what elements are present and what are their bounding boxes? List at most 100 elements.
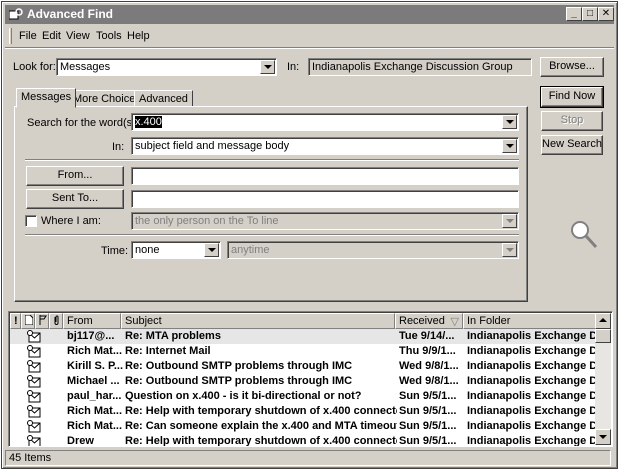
time-value: none [135, 244, 160, 256]
row-received: Sun 9/5/1... [399, 405, 457, 417]
divider [25, 159, 519, 161]
close-button[interactable]: ✕ [598, 7, 614, 21]
where-i-am-label: Where I am: [41, 215, 101, 227]
menu-bar: File Edit View Tools Help [5, 26, 614, 46]
column-icon[interactable] [21, 313, 35, 329]
posted-message-icon [27, 420, 41, 433]
search-words-input[interactable]: x.400 [131, 113, 519, 131]
column-flag[interactable] [35, 313, 49, 329]
scroll-down-button[interactable] [595, 429, 611, 445]
table-row[interactable]: Rich Mat... Re: Help with temporary shutd… [10, 404, 599, 419]
row-subject: Re: MTA problems [125, 330, 221, 342]
row-subject: Re: Outbound SMTP problems through IMC [125, 375, 353, 387]
sent-to-button[interactable]: Sent To... [26, 189, 124, 209]
time-dropdown[interactable]: none [131, 241, 221, 259]
chevron-down-icon[interactable] [502, 139, 517, 153]
sort-descending-icon: ▽ [450, 316, 459, 328]
menu-tools[interactable]: Tools [96, 30, 122, 42]
table-row[interactable]: Michael ... Re: Outbound SMTP problems th… [10, 374, 599, 389]
posted-message-icon [27, 345, 41, 358]
search-words-label: Search for the word(s): [27, 117, 139, 129]
maximize-button[interactable]: □ [582, 7, 598, 21]
column-from[interactable]: From [63, 313, 121, 329]
arrow-down-icon [599, 435, 607, 439]
table-row[interactable]: Drew Re: Help with temporary shutdown of … [10, 434, 599, 447]
chevron-down-icon[interactable] [502, 243, 517, 257]
table-row[interactable]: paul_har... Question on x.400 - is it bi-… [10, 389, 599, 404]
menu-file[interactable]: File [19, 30, 37, 42]
chevron-down-icon[interactable] [260, 60, 275, 74]
menu-grip[interactable] [9, 28, 12, 44]
column-received[interactable]: Received ▽ [395, 313, 463, 329]
row-from: Rich Mat... [67, 345, 123, 357]
row-received: Wed 9/8/1... [399, 360, 459, 372]
tab-advanced[interactable]: Advanced [134, 90, 193, 107]
document-icon [24, 314, 34, 326]
browse-button[interactable]: Browse... [540, 57, 604, 77]
maximize-icon: □ [586, 8, 594, 19]
scroll-thumb[interactable] [595, 329, 611, 343]
column-received-label: Received [399, 315, 445, 327]
vertical-scrollbar[interactable] [595, 313, 611, 445]
flag-icon [39, 315, 47, 325]
chevron-down-icon[interactable] [502, 214, 517, 228]
column-subject[interactable]: Subject [121, 313, 395, 329]
new-search-button[interactable]: New Search [541, 135, 603, 155]
column-importance[interactable]: ! [10, 313, 21, 329]
table-row[interactable]: bj117@... Re: MTA problems Tue 9/14/... Ind… [10, 329, 599, 344]
row-folder: Indianapolis Exchange D... [467, 360, 599, 372]
scroll-up-button[interactable] [595, 313, 611, 329]
row-from: Drew [67, 435, 94, 447]
menu-view[interactable]: View [66, 30, 90, 42]
menu-help[interactable]: Help [127, 30, 150, 42]
row-subject: Re: Help with temporary shutdown of x.40… [125, 435, 397, 447]
title-bar[interactable]: Advanced Find _ □ ✕ [5, 5, 614, 24]
chevron-down-icon[interactable] [204, 243, 219, 257]
where-i-am-checkbox[interactable] [25, 215, 37, 227]
messages-tab-panel: Search for the word(s): x.400 In: subjec… [14, 106, 528, 302]
row-received: Sun 9/5/1... [399, 435, 457, 447]
row-subject: Re: Internet Mail [125, 345, 211, 357]
row-from: paul_har... [67, 390, 122, 402]
search-icon [571, 221, 598, 249]
look-for-dropdown[interactable]: Messages [56, 58, 277, 76]
where-i-am-value: the only person on the To line [135, 215, 279, 227]
search-words-value: x.400 [135, 116, 162, 128]
table-row[interactable]: Rich Mat... Re: Can someone explain the x… [10, 419, 599, 434]
menu-edit[interactable]: Edit [42, 30, 61, 42]
row-folder: Indianapolis Exchange D... [467, 435, 599, 447]
sent-to-input[interactable] [131, 190, 519, 208]
from-input[interactable] [131, 167, 519, 185]
row-folder: Indianapolis Exchange D... [467, 420, 599, 432]
row-from: Rich Mat... [67, 405, 123, 417]
row-received: Sun 9/5/1... [399, 420, 457, 432]
posted-message-icon [27, 360, 41, 373]
row-folder: Indianapolis Exchange D... [467, 375, 599, 387]
window-title: Advanced Find [27, 7, 114, 21]
minimize-button[interactable]: _ [566, 7, 582, 21]
row-folder: Indianapolis Exchange D... [467, 330, 599, 342]
results-list[interactable]: ! From Subject Received ▽ In Folder bj11… [8, 311, 613, 447]
menu-separator [5, 47, 614, 49]
tab-messages[interactable]: Messages [16, 88, 77, 108]
in-folder-label: In: [287, 61, 300, 73]
row-from: Michael ... [67, 375, 120, 387]
where-i-am-dropdown[interactable]: the only person on the To line [131, 212, 519, 230]
column-in-folder[interactable]: In Folder [463, 313, 598, 329]
advanced-find-window: Advanced Find _ □ ✕ File Edit View Tools… [1, 1, 618, 469]
time-label: Time: [101, 245, 129, 257]
search-in-dropdown[interactable]: subject field and message body [131, 137, 519, 155]
row-subject: Re: Help with temporary shutdown of x.40… [125, 405, 397, 417]
from-button[interactable]: From... [26, 166, 124, 186]
find-now-button[interactable]: Find Now [540, 86, 604, 108]
divider [25, 234, 519, 236]
stop-button[interactable]: Stop [541, 111, 603, 131]
table-row[interactable]: Kirill S. P... Re: Outbound SMTP problems… [10, 359, 599, 374]
column-attachment[interactable] [49, 313, 63, 329]
chevron-down-icon[interactable] [502, 115, 517, 129]
row-received: Sun 9/5/1... [399, 390, 457, 402]
time-range-dropdown[interactable]: anytime [227, 241, 519, 259]
row-subject: Re: Can someone explain the x.400 and MT… [125, 420, 397, 432]
time-range-value: anytime [231, 244, 270, 256]
table-row[interactable]: Rich Mat... Re: Internet Mail Thu 9/9/1...… [10, 344, 599, 359]
